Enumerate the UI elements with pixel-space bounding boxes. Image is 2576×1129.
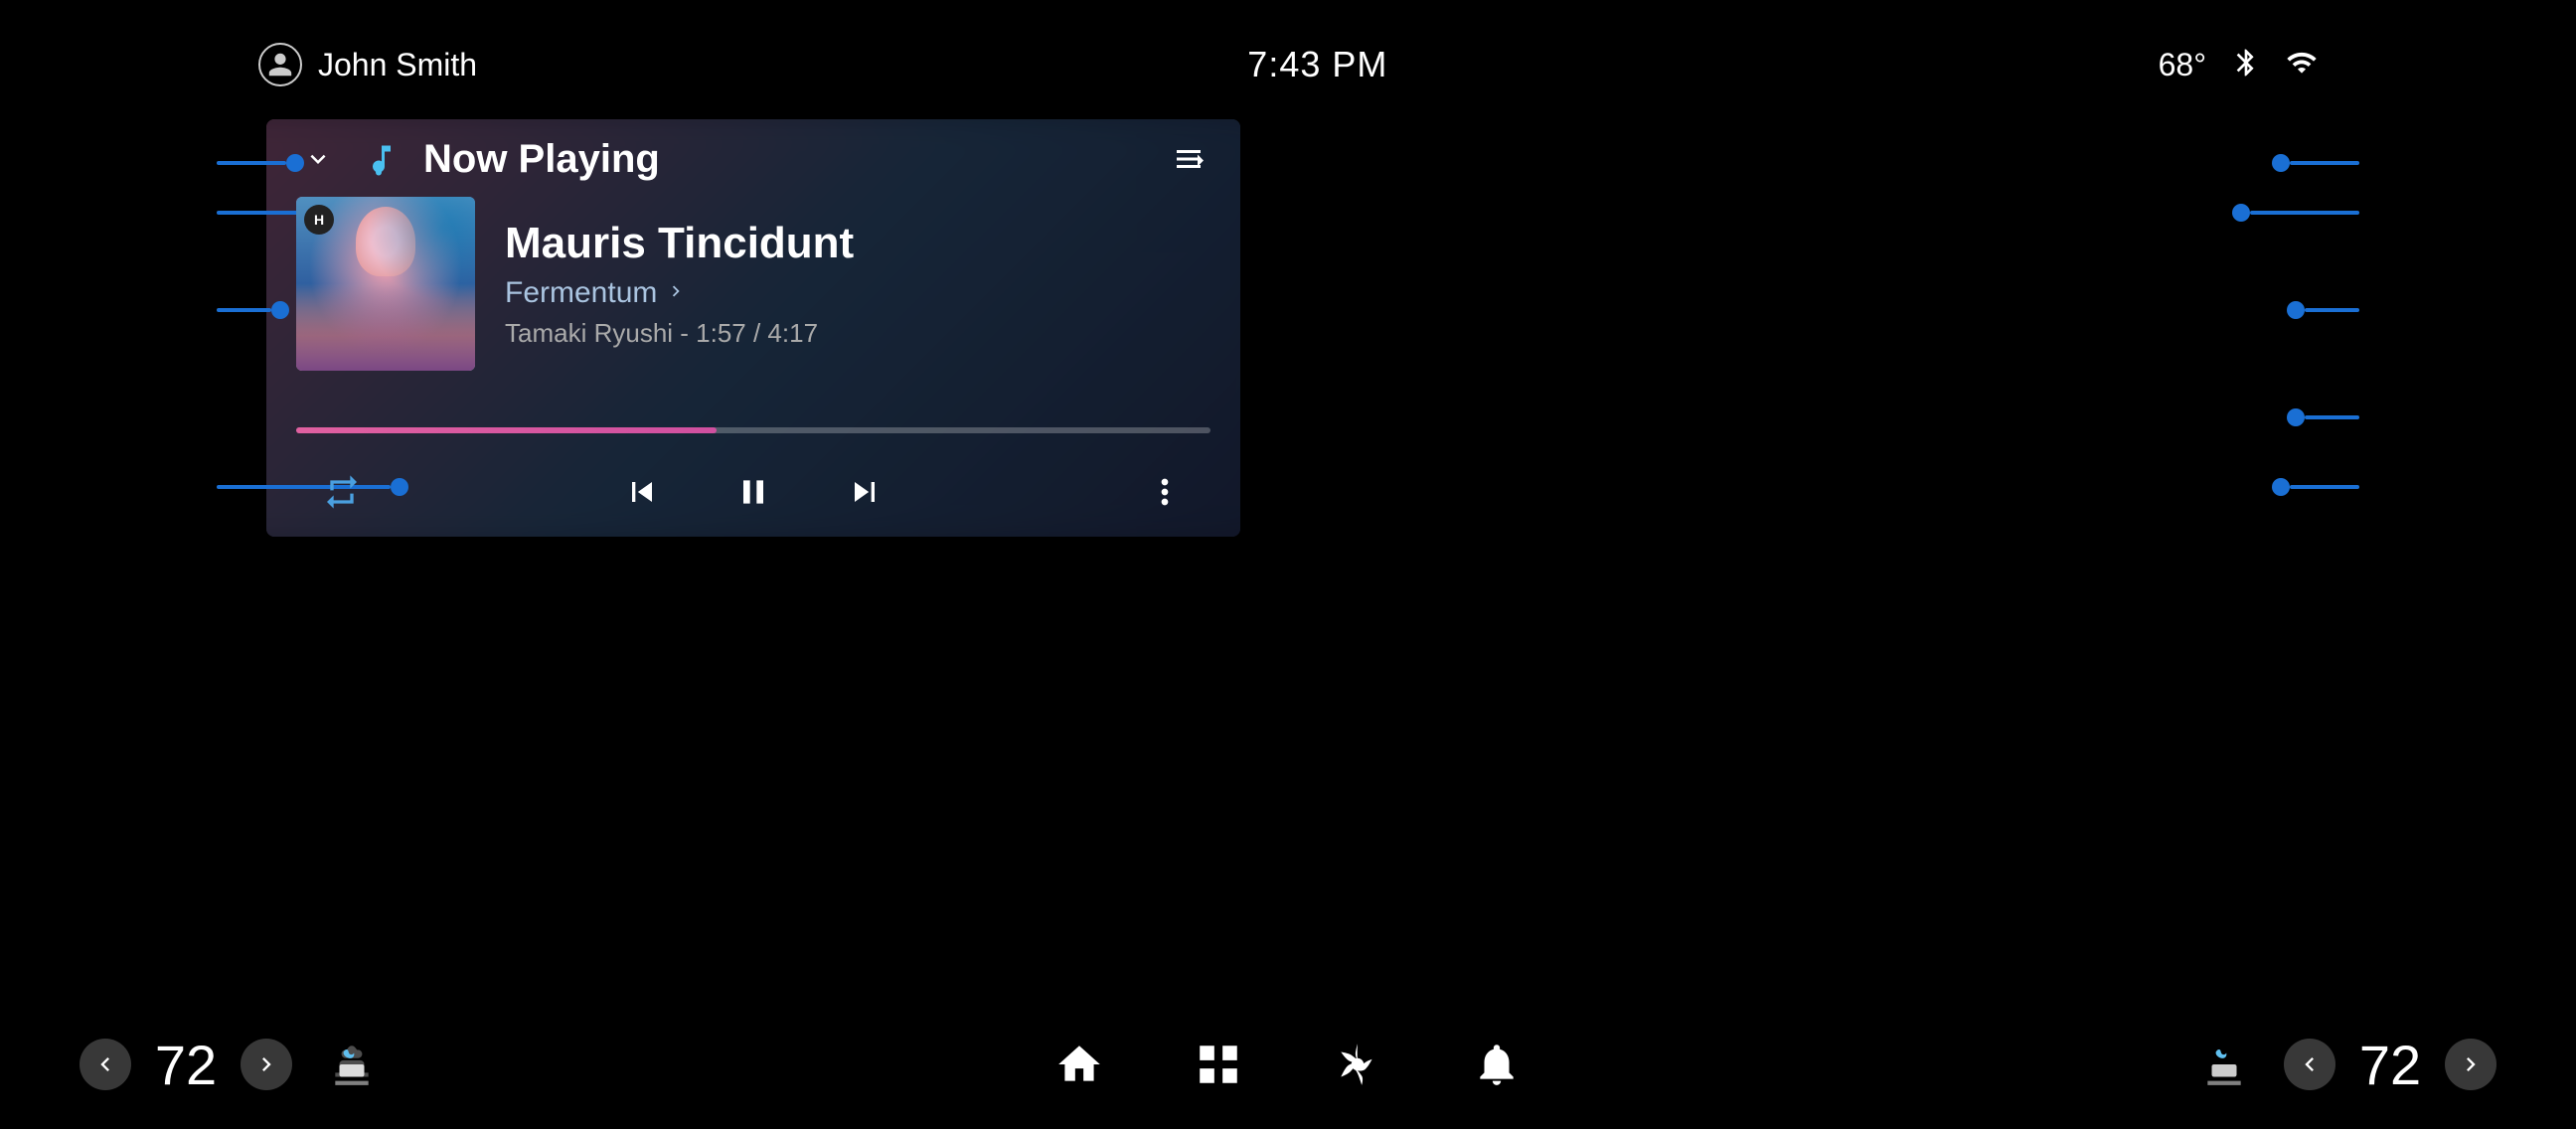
home-button[interactable] — [1049, 1035, 1109, 1094]
status-left: John Smith — [258, 43, 477, 86]
left-temp-control-group: 72 — [80, 1033, 292, 1097]
controls-right — [1139, 466, 1191, 518]
song-info: Mauris Tincidunt Fermentum Tamaki Ryushi… — [505, 219, 1210, 349]
right-temp-value: 72 — [2345, 1033, 2435, 1097]
left-heated-seat-button[interactable] — [322, 1035, 382, 1094]
right-temp-decrease-button[interactable] — [2284, 1039, 2335, 1090]
panel-header-left: Now Playing — [296, 137, 660, 182]
song-album[interactable]: Fermentum — [505, 276, 1210, 310]
controls-left — [316, 466, 368, 518]
controls-center — [616, 466, 890, 518]
right-slider-2[interactable] — [2232, 204, 2359, 222]
left-temp-increase-button[interactable] — [241, 1039, 292, 1090]
left-temp-control: 72 — [0, 1033, 461, 1097]
bluetooth-icon — [2230, 47, 2262, 83]
main-panel: Now Playing H Mauris Tincidunt Fermentum… — [266, 119, 1240, 537]
status-bar: John Smith 7:43 PM 68° — [0, 0, 2576, 129]
album-art: H — [296, 197, 475, 371]
song-meta: Tamaki Ryushi - 1:57 / 4:17 — [505, 318, 1210, 349]
notification-button[interactable] — [1467, 1035, 1527, 1094]
controls-bar — [266, 447, 1240, 537]
right-slider-4[interactable] — [2287, 408, 2359, 426]
song-area: H Mauris Tincidunt Fermentum Tamaki Ryus… — [266, 197, 1240, 371]
music-note-icon — [360, 137, 403, 181]
status-right: 68° — [2159, 47, 2318, 83]
bottom-center-icons — [461, 1035, 2115, 1094]
previous-button[interactable] — [616, 466, 668, 518]
right-temp-control-group: 72 — [2284, 1033, 2496, 1097]
more-button[interactable] — [1139, 466, 1191, 518]
user-icon — [258, 43, 302, 86]
right-temp-control: 72 — [2115, 1033, 2576, 1097]
song-album-chevron-icon — [665, 276, 687, 310]
grid-button[interactable] — [1189, 1035, 1248, 1094]
right-slider-1[interactable] — [2272, 154, 2359, 172]
panel-header: Now Playing — [266, 119, 1240, 199]
status-time: 7:43 PM — [1247, 44, 1387, 85]
progress-section[interactable] — [296, 427, 1210, 433]
bottom-bar: 72 — [0, 1000, 2576, 1129]
next-button[interactable] — [839, 466, 890, 518]
signal-icon — [2286, 47, 2318, 83]
queue-icon[interactable] — [1167, 137, 1210, 181]
chevron-down-button[interactable] — [296, 137, 340, 181]
progress-track[interactable] — [296, 427, 1210, 433]
song-album-text: Fermentum — [505, 276, 657, 310]
panel-title: Now Playing — [423, 137, 660, 182]
status-username: John Smith — [318, 47, 477, 83]
fan-button[interactable] — [1328, 1035, 1387, 1094]
repeat-button[interactable] — [316, 466, 368, 518]
progress-fill — [296, 427, 717, 433]
status-temp: 68° — [2159, 47, 2206, 83]
left-temp-value: 72 — [141, 1033, 231, 1097]
song-title: Mauris Tincidunt — [505, 219, 1210, 268]
headphone-badge: H — [304, 205, 334, 235]
right-slider-3[interactable] — [2287, 301, 2359, 319]
right-slider-5[interactable] — [2272, 478, 2359, 496]
pause-button[interactable] — [727, 466, 779, 518]
right-temp-increase-button[interactable] — [2445, 1039, 2496, 1090]
right-heated-seat-button[interactable] — [2194, 1035, 2254, 1094]
left-temp-decrease-button[interactable] — [80, 1039, 131, 1090]
